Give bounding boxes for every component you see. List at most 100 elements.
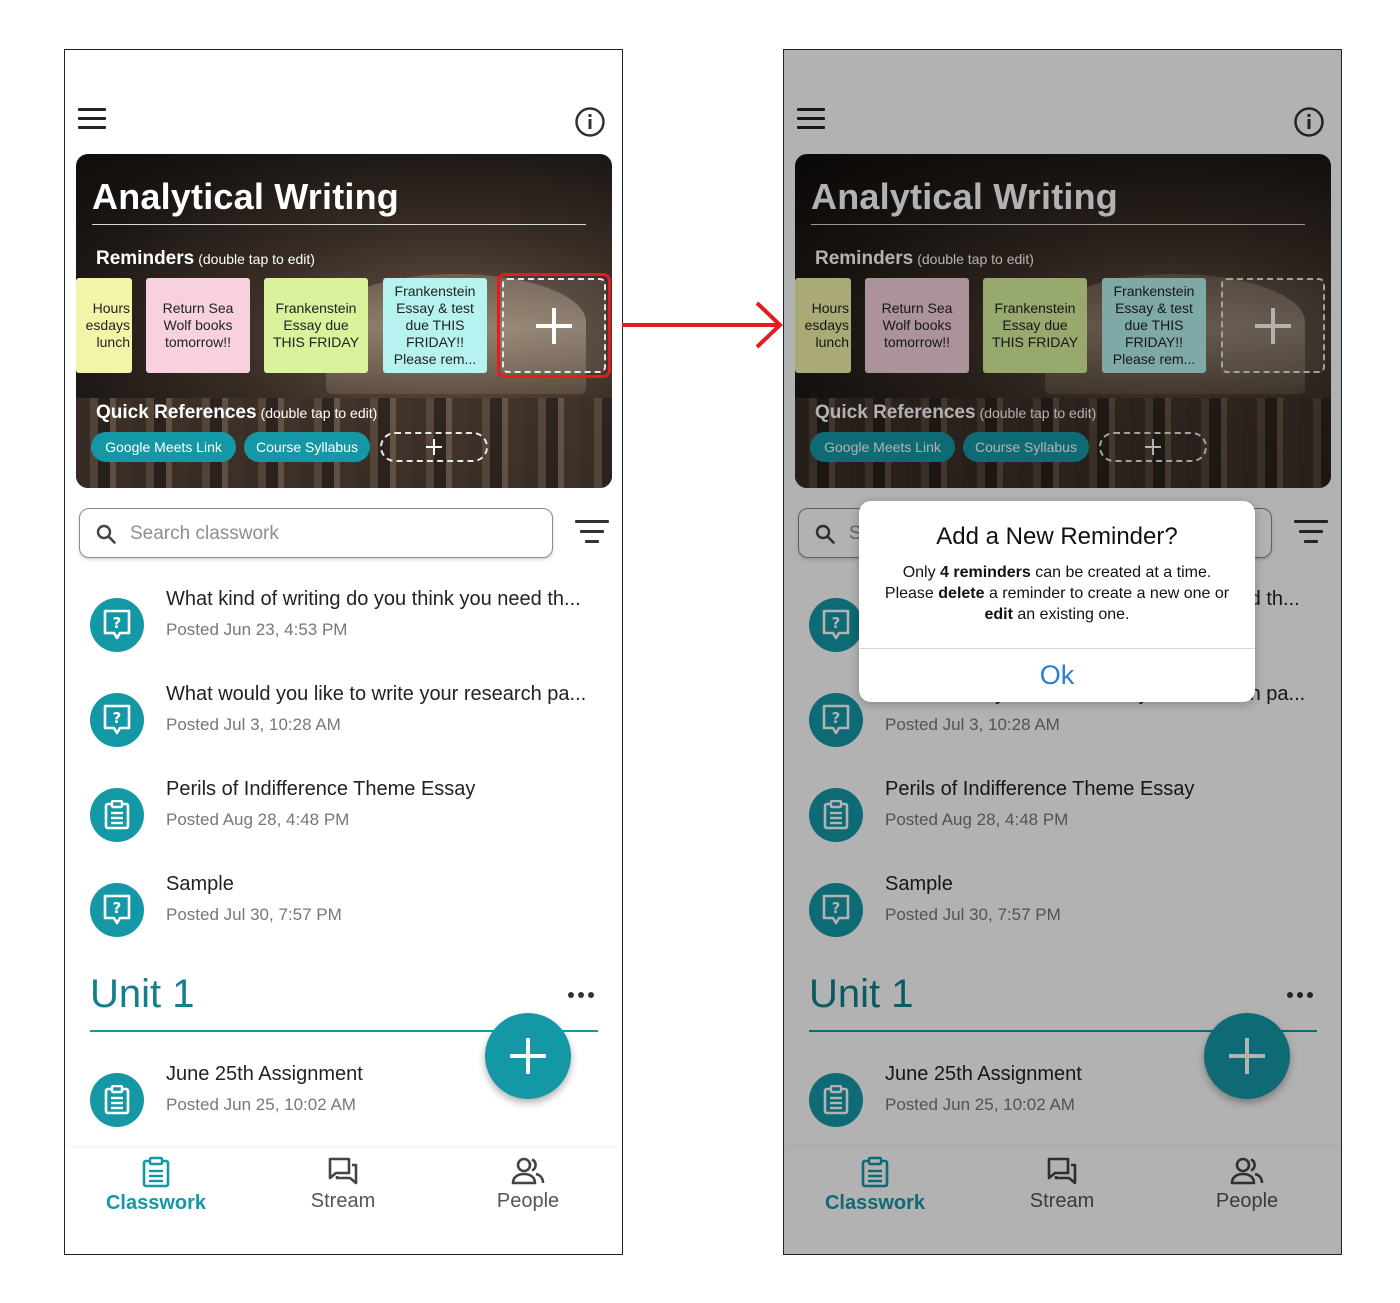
add-classwork-button[interactable]	[1204, 1013, 1290, 1099]
course-banner: Analytical Writing Reminders (double tap …	[76, 154, 612, 488]
course-title: Analytical Writing	[92, 176, 399, 217]
classwork-date: Posted Jul 30, 7:57 PM	[166, 905, 342, 924]
question-icon: ?	[809, 598, 863, 652]
svg-text:?: ?	[832, 709, 841, 727]
filter-icon[interactable]	[1294, 520, 1328, 546]
add-reminder-button[interactable]	[502, 278, 606, 373]
question-icon: ?	[90, 883, 144, 937]
bottom-nav: Classwork Stream People	[65, 1148, 622, 1254]
reminder-note[interactable]: Hours esdays lunch	[795, 278, 851, 373]
nav-stream[interactable]: Stream	[268, 1156, 418, 1236]
menu-icon[interactable]	[78, 108, 106, 130]
svg-text:?: ?	[832, 614, 841, 632]
nav-label: Stream	[310, 1190, 376, 1212]
add-reminder-dialog: Add a New Reminder? Only 4 reminders can…	[859, 501, 1255, 702]
svg-text:?: ?	[113, 709, 122, 727]
info-icon[interactable]	[574, 106, 606, 138]
more-options-icon[interactable]	[568, 992, 594, 1000]
classwork-item[interactable]: Perils of Indifference Theme Essay Poste…	[65, 770, 622, 860]
title-divider	[92, 224, 586, 225]
classwork-icon	[861, 1156, 889, 1188]
reminders-label: Reminders (double tap to edit)	[815, 248, 1034, 269]
search-icon	[815, 524, 835, 544]
classwork-date: Posted Jun 25, 10:02 AM	[885, 1095, 1075, 1114]
ok-button[interactable]: Ok	[859, 649, 1255, 702]
stream-icon	[1047, 1157, 1077, 1185]
nav-people[interactable]: People	[1172, 1156, 1322, 1236]
question-icon: ?	[809, 693, 863, 747]
search-box[interactable]	[79, 508, 553, 558]
classwork-title: Perils of Indifference Theme Essay	[885, 778, 1195, 800]
svg-text:?: ?	[113, 899, 122, 917]
nav-stream[interactable]: Stream	[987, 1156, 1137, 1236]
nav-label: People	[1215, 1190, 1279, 1212]
reminder-note[interactable]: Return Sea Wolf books tomorrow!!	[146, 278, 250, 373]
add-reminder-button[interactable]	[1221, 278, 1325, 373]
course-title: Analytical Writing	[811, 176, 1118, 217]
classwork-date: Posted Jun 23, 4:53 PM	[166, 620, 348, 639]
quick-references-hint: (double tap to edit)	[979, 405, 1097, 421]
course-banner: Analytical Writing Reminders (double tap …	[795, 154, 1331, 488]
quick-ref-chip[interactable]: Course Syllabus	[244, 432, 370, 462]
add-quick-ref-button[interactable]	[380, 432, 488, 462]
reminder-note[interactable]: Hours esdays lunch	[76, 278, 132, 373]
unit-title: Unit 1	[90, 972, 195, 1016]
classwork-date: Posted Jul 3, 10:28 AM	[885, 715, 1060, 734]
classwork-title: Sample	[166, 873, 234, 895]
nav-label: Classwork	[824, 1192, 926, 1214]
classwork-icon	[142, 1156, 170, 1188]
quick-references-hint: (double tap to edit)	[260, 405, 378, 421]
plus-icon	[1145, 439, 1161, 455]
quick-ref-chip[interactable]: Course Syllabus	[963, 432, 1089, 462]
classwork-title: What kind of writing do you think you ne…	[166, 588, 581, 610]
nav-classwork[interactable]: Classwork	[81, 1156, 231, 1236]
classwork-item[interactable]: ? What would you like to write your rese…	[65, 675, 622, 765]
title-divider	[811, 224, 1305, 225]
assignment-icon	[809, 1073, 863, 1127]
quick-references-label: Quick References (double tap to edit)	[96, 402, 378, 423]
question-icon: ?	[90, 693, 144, 747]
classwork-title: Perils of Indifference Theme Essay	[166, 778, 476, 800]
nav-people[interactable]: People	[453, 1156, 603, 1236]
menu-icon[interactable]	[797, 108, 825, 130]
assignment-icon	[809, 788, 863, 842]
reminder-note[interactable]: Frankenstein Essay due THIS FRIDAY	[264, 278, 368, 373]
question-icon: ?	[90, 598, 144, 652]
classwork-title: What would you like to write your resear…	[166, 683, 587, 705]
reminder-note[interactable]: Frankenstein Essay & test due THIS FRIDA…	[1102, 278, 1206, 373]
classwork-item[interactable]: ? What kind of writing do you think you …	[65, 580, 622, 670]
reminder-note[interactable]: Return Sea Wolf books tomorrow!!	[865, 278, 969, 373]
reminder-note[interactable]: Frankenstein Essay due THIS FRIDAY	[983, 278, 1087, 373]
classwork-item[interactable]: ? Sample Posted Jul 30, 7:57 PM	[65, 865, 622, 955]
search-input[interactable]	[130, 521, 530, 547]
question-icon: ?	[809, 883, 863, 937]
classwork-item[interactable]: Perils of Indifference Theme Essay Poste…	[784, 770, 1341, 860]
plus-icon	[1255, 307, 1291, 344]
nav-label: Stream	[1029, 1190, 1095, 1212]
dialog-title: Add a New Reminder?	[936, 523, 1178, 550]
reminders-hint: (double tap to edit)	[198, 251, 315, 267]
info-icon[interactable]	[1293, 106, 1325, 138]
quick-ref-chip[interactable]: Google Meets Link	[810, 432, 955, 462]
transition-arrow	[622, 301, 783, 349]
plus-icon	[1229, 1038, 1265, 1074]
classwork-date: Posted Aug 28, 4:48 PM	[885, 810, 1069, 829]
classwork-title: Sample	[885, 873, 953, 895]
reminder-note[interactable]: Frankenstein Essay & test due THIS FRIDA…	[383, 278, 487, 373]
reminders-label: Reminders (double tap to edit)	[96, 248, 315, 269]
classwork-date: Posted Jul 3, 10:28 AM	[166, 715, 341, 734]
reminders-hint: (double tap to edit)	[917, 251, 1034, 267]
bottom-nav: Classwork Stream People	[784, 1148, 1341, 1254]
top-bar	[65, 50, 622, 150]
quick-ref-chip[interactable]: Google Meets Link	[91, 432, 236, 462]
classwork-date: Posted Jun 25, 10:02 AM	[166, 1095, 356, 1114]
nav-label: Classwork	[105, 1192, 207, 1214]
more-options-icon[interactable]	[1287, 992, 1313, 1000]
nav-classwork[interactable]: Classwork	[800, 1156, 950, 1236]
search-icon	[96, 524, 116, 544]
nav-label: People	[496, 1190, 560, 1212]
classwork-item[interactable]: ? Sample Posted Jul 30, 7:57 PM	[784, 865, 1341, 955]
filter-icon[interactable]	[575, 520, 609, 546]
add-quick-ref-button[interactable]	[1099, 432, 1207, 462]
add-classwork-button[interactable]	[485, 1013, 571, 1099]
